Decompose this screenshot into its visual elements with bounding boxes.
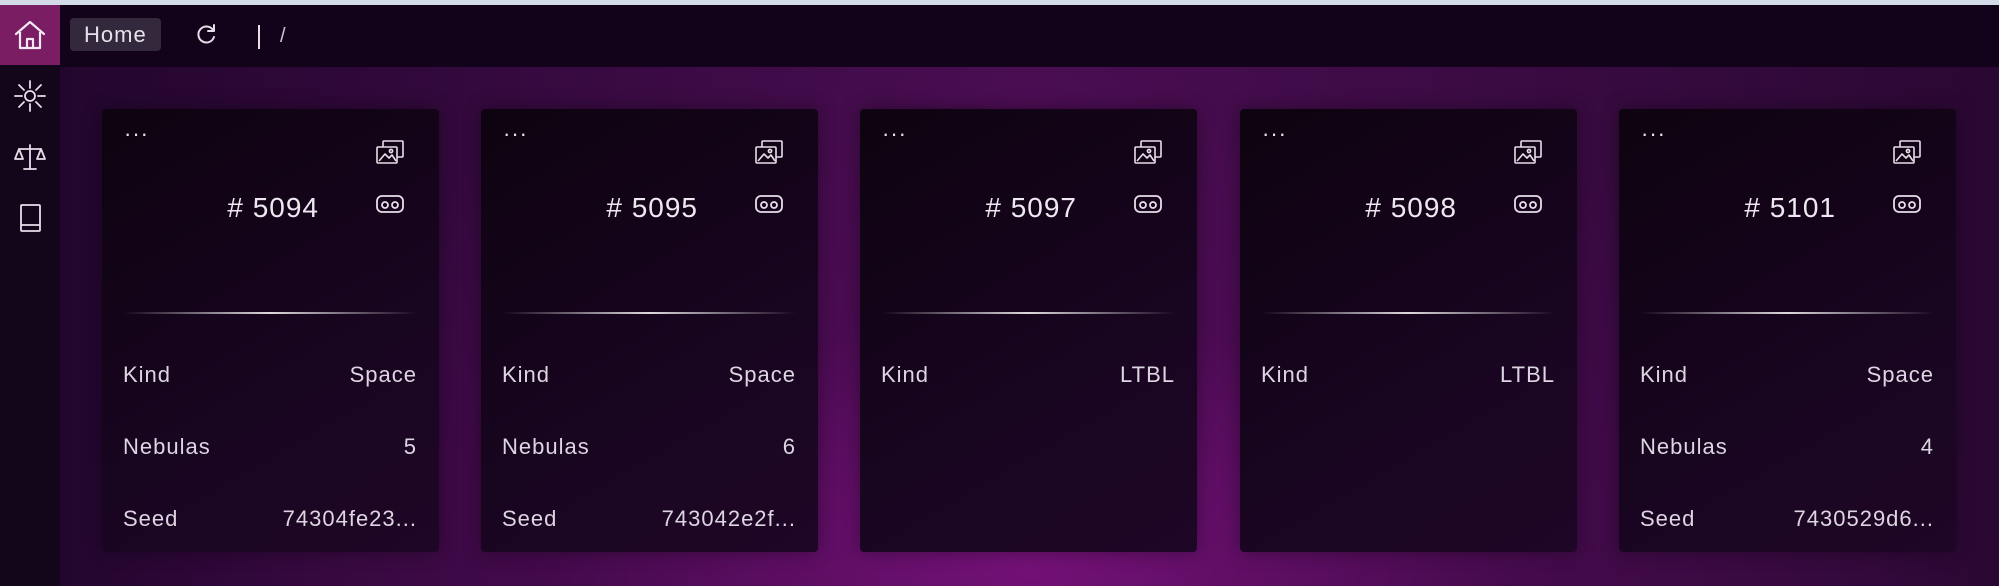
card-grid: ··· # 5094 Kind Space Nebulas 5 Seed 743… [60,67,1999,586]
card-row-kind: Kind Space [1640,362,1934,392]
card-id: # 5098 [1365,192,1457,223]
card-id: # 5095 [606,192,698,223]
nebulas-label: Nebulas [1640,434,1728,459]
kind-value: Space [349,362,417,387]
vr-headset-icon[interactable] [1133,193,1163,215]
card-row-seed: Seed 74304fe23... [123,506,417,536]
seed-label: Seed [123,506,179,531]
card-row-nebulas: Nebulas 6 [502,434,796,464]
nebulas-value: 6 [782,434,796,459]
gallery-icon[interactable] [754,139,784,167]
gallery-icon[interactable] [1892,139,1922,167]
nebulas-value: 5 [403,434,417,459]
card-menu-button[interactable]: ··· [882,121,907,147]
card-row-kind: Kind LTBL [1261,362,1555,392]
kind-label: Kind [123,362,172,387]
gallery-icon[interactable] [1513,139,1543,167]
card-row-seed: Seed 743042e2f... [502,506,796,536]
vr-headset-icon[interactable] [1892,193,1922,215]
breadcrumb-home[interactable]: Home [70,18,161,51]
card-menu-button[interactable]: ··· [1641,121,1666,147]
card-menu-button[interactable]: ··· [1262,121,1287,147]
nebulas-value: 4 [1920,434,1934,459]
card-id: # 5094 [227,192,319,223]
kind-label: Kind [502,362,551,387]
card-row-nebulas: Nebulas 4 [1640,434,1934,464]
card-divider [503,312,796,314]
card-divider [124,312,417,314]
card-id: # 5097 [985,192,1077,223]
card-menu-button[interactable]: ··· [124,121,149,147]
sidebar [0,5,60,586]
nebulas-label: Nebulas [502,434,590,459]
kind-value: LTBL [1500,362,1555,387]
seed-value: 74304fe23... [282,506,417,531]
nebula-card[interactable]: ··· # 5095 Kind Space Nebulas 6 Seed 743… [481,109,818,552]
gallery-icon[interactable] [375,139,405,167]
app-window: Home / ··· # 5094 Kind Space Nebulas 5 S… [0,0,1999,586]
kind-value: Space [1866,362,1934,387]
card-row-kind: Kind Space [123,362,417,392]
card-row-kind: Kind Space [502,362,796,392]
card-divider [1262,312,1555,314]
seed-label: Seed [1640,506,1696,531]
card-row-seed: Seed 7430529d6... [1640,506,1934,536]
seed-value: 7430529d6... [1793,506,1934,531]
seed-label: Seed [502,506,558,531]
topbar: Home / [60,5,1999,67]
card-id: # 5101 [1744,192,1836,223]
kind-value: LTBL [1120,362,1175,387]
card-row-kind: Kind LTBL [881,362,1175,392]
kind-label: Kind [1640,362,1689,387]
refresh-icon[interactable] [193,22,219,48]
nebula-icon [14,80,46,112]
card-row-nebulas: Nebulas 5 [123,434,417,464]
home-icon [14,20,46,50]
vr-headset-icon[interactable] [754,193,784,215]
nebula-card[interactable]: ··· # 5098 Kind LTBL [1240,109,1577,552]
book-icon [20,204,41,232]
sidebar-item-home[interactable] [0,5,60,65]
gallery-icon[interactable] [1133,139,1163,167]
nebula-card[interactable]: ··· # 5094 Kind Space Nebulas 5 Seed 743… [102,109,439,552]
sidebar-item-balance[interactable] [0,127,60,187]
kind-label: Kind [1261,362,1310,387]
nebulas-label: Nebulas [123,434,211,459]
card-divider [1641,312,1934,314]
breadcrumb-path: / [280,25,286,47]
scale-icon [14,144,46,170]
vr-headset-icon[interactable] [375,193,405,215]
nebula-card[interactable]: ··· # 5097 Kind LTBL [860,109,1197,552]
sidebar-item-docs[interactable] [0,188,60,248]
vr-headset-icon[interactable] [1513,193,1543,215]
sidebar-item-nebulas[interactable] [0,66,60,126]
card-menu-button[interactable]: ··· [503,121,528,147]
seed-value: 743042e2f... [661,506,796,531]
card-divider [882,312,1175,314]
nebula-card[interactable]: ··· # 5101 Kind Space Nebulas 4 Seed 743… [1619,109,1956,552]
breadcrumb-divider [258,25,260,49]
kind-value: Space [728,362,796,387]
kind-label: Kind [881,362,930,387]
